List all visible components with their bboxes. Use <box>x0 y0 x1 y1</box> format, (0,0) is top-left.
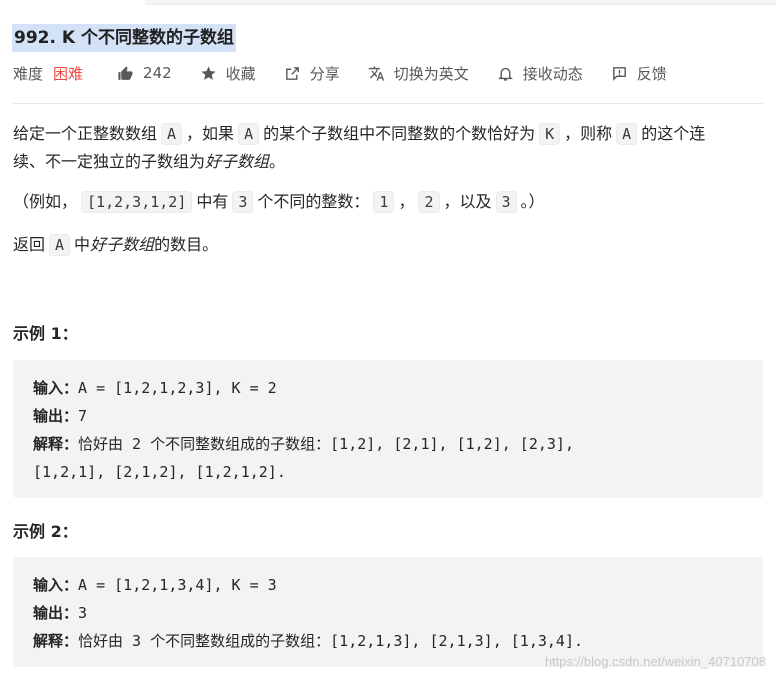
description-paragraph-3: 返回 A 中好子数组的数目。 <box>13 234 219 256</box>
page-title: 992. K 个不同整数的子数组 <box>12 24 236 52</box>
feedback-button[interactable]: 反馈 <box>611 63 667 84</box>
inline-code: 2 <box>418 191 440 213</box>
favorite-button[interactable]: 收藏 <box>200 63 256 84</box>
description-paragraph-1: 给定一个正整数数组 A ，如果 A 的某个子数组中不同整数的个数恰好为 K ，则称 A 的这个连… <box>13 123 706 171</box>
inline-code: 3 <box>495 191 517 213</box>
like-button[interactable]: 242 <box>117 64 172 82</box>
star-icon <box>201 65 216 80</box>
favorite-label: 收藏 <box>225 64 256 83</box>
emphasis-term: 好子数组 <box>205 152 270 171</box>
feedback-icon <box>612 66 626 81</box>
divider <box>13 103 763 104</box>
example-1-block: 输入：A = [1,2,1,2,3], K = 2 输出：7 解释：恰好由 2 … <box>13 360 763 498</box>
watermark: https://blog.csdn.net/weixin_40710708 <box>544 654 766 669</box>
share-icon <box>285 66 299 80</box>
example-2-heading: 示例 2： <box>13 522 78 541</box>
inline-code: A <box>616 123 638 145</box>
subscribe-button[interactable]: 接收动态 <box>497 63 583 84</box>
example-explanation-cont: [1,2,1], [2,1,2], [1,2,1,2]. <box>33 463 286 481</box>
share-button[interactable]: 分享 <box>284 63 340 84</box>
inline-code: A <box>161 123 183 145</box>
example-explanation: [1,2], [2,1], [1,2], [2,3], <box>330 435 574 453</box>
example-input: A = [1,2,1,2,3], K = 2 <box>78 379 277 397</box>
example-explanation: [1,2,1,3], [2,1,3], [1,3,4]. <box>330 632 584 650</box>
explain-label: 解释： <box>33 632 79 650</box>
example-output: 7 <box>78 407 88 425</box>
switch-language-label: 切换为英文 <box>393 64 469 83</box>
subscribe-label: 接收动态 <box>522 64 583 83</box>
example-input: A = [1,2,1,3,4], K = 3 <box>78 576 277 594</box>
explain-label: 解释： <box>33 435 79 453</box>
inline-code: [1,2,3,1,2] <box>81 191 193 213</box>
inline-code: A <box>238 123 260 145</box>
switch-language-button[interactable]: 切换为英文 <box>368 63 469 84</box>
bell-icon <box>497 67 513 81</box>
input-label: 输入： <box>33 379 79 397</box>
inline-code: 1 <box>373 191 395 213</box>
output-label: 输出： <box>33 407 79 425</box>
output-label: 输出： <box>33 604 79 622</box>
top-bar <box>145 0 776 5</box>
inline-code: K <box>539 123 561 145</box>
thumbs-up-icon <box>118 65 133 80</box>
difficulty-badge: 困难 <box>53 64 84 83</box>
example-2-block: 输入：A = [1,2,1,3,4], K = 3 输出：3 解释：恰好由 3 … <box>13 557 763 667</box>
example-output: 3 <box>78 604 88 622</box>
emphasis-term: 好子数组 <box>90 235 155 254</box>
difficulty-label: 难度 <box>13 64 44 83</box>
example-1-heading: 示例 1： <box>13 324 78 343</box>
description-paragraph-2: （例如， [1,2,3,1,2] 中有 3 个不同的整数： 1， 2 ，以及 3。） <box>13 191 545 213</box>
inline-code: 3 <box>232 191 254 213</box>
problem-meta-bar: 难度 困难 242 收藏 分享 切换为英文 接收动态 反馈 <box>13 62 695 84</box>
feedback-label: 反馈 <box>636 64 667 83</box>
share-label: 分享 <box>309 64 340 83</box>
translate-icon <box>368 65 384 81</box>
inline-code: A <box>49 234 71 256</box>
like-count: 242 <box>143 64 172 82</box>
input-label: 输入： <box>33 576 79 594</box>
